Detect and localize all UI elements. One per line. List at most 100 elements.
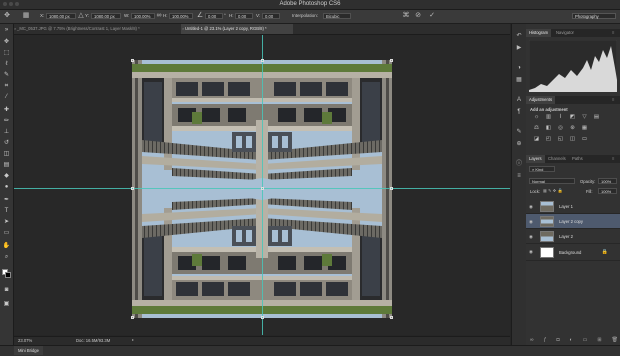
invert-icon[interactable]: ◪ bbox=[533, 136, 540, 143]
vertical-guide[interactable] bbox=[262, 35, 263, 335]
warp-icon[interactable]: ⌘ bbox=[402, 12, 410, 20]
lasso-tool-icon[interactable]: ℓ bbox=[2, 60, 11, 69]
curves-icon[interactable]: ⌇ bbox=[557, 114, 564, 121]
color-balance-icon[interactable]: ⚖ bbox=[533, 125, 540, 132]
panel-menu-icon[interactable]: ≡ bbox=[609, 96, 617, 104]
status-menu-arrow-icon[interactable]: ▸ bbox=[132, 337, 134, 342]
color-lookup-icon[interactable]: ▦ bbox=[581, 125, 588, 132]
eraser-tool-icon[interactable]: ◫ bbox=[2, 150, 11, 159]
history-brush-tool-icon[interactable]: ↺ bbox=[2, 139, 11, 148]
tab-layers[interactable]: Layers bbox=[526, 155, 545, 163]
delete-layer-icon[interactable]: 🗑 bbox=[612, 337, 618, 343]
blur-tool-icon[interactable]: ◆ bbox=[2, 172, 11, 181]
close-tab-icon[interactable]: × bbox=[14, 24, 16, 34]
gradient-map-icon[interactable]: ▭ bbox=[581, 136, 588, 143]
panel-menu-icon[interactable]: ≡ bbox=[609, 155, 617, 163]
quick-select-tool-icon[interactable]: ✎ bbox=[2, 71, 11, 80]
tab-paths[interactable]: Paths bbox=[569, 155, 586, 163]
history-panel-icon[interactable]: ↶ bbox=[515, 32, 523, 40]
lock-icons[interactable]: ▦ ✎ ✥ 🔒 bbox=[543, 188, 563, 194]
brightness-contrast-icon[interactable]: ☼ bbox=[533, 114, 540, 121]
quick-mask-icon[interactable]: ◙ bbox=[2, 286, 11, 295]
brush-tool-icon[interactable]: ✏ bbox=[2, 117, 11, 126]
layer-style-icon[interactable]: ƒ bbox=[544, 337, 547, 343]
background-color-swatch[interactable] bbox=[5, 272, 11, 278]
new-adjustment-icon[interactable]: ◐ bbox=[570, 337, 573, 343]
hand-tool-icon[interactable]: ✋ bbox=[2, 242, 11, 251]
tab-navigator[interactable]: Navigator bbox=[553, 29, 577, 37]
hue-saturation-icon[interactable]: ▤ bbox=[593, 114, 600, 121]
gradient-tool-icon[interactable]: ▤ bbox=[2, 161, 11, 170]
pen-tool-icon[interactable]: ✒ bbox=[2, 196, 11, 205]
blend-mode-select[interactable]: Normal bbox=[529, 178, 575, 184]
visibility-eye-icon[interactable]: ◉ bbox=[529, 219, 533, 225]
layer-row[interactable]: ◉ Layer 2 copy bbox=[526, 214, 620, 229]
h-skew-field[interactable]: 0.00 bbox=[235, 13, 253, 19]
color-panel-icon[interactable]: ◑ bbox=[515, 64, 523, 72]
vibrance-icon[interactable]: ▽ bbox=[581, 114, 588, 121]
zoom-tool-icon[interactable]: ⌕ bbox=[2, 253, 11, 262]
layer-row[interactable]: ◉ Layer 1 bbox=[526, 199, 620, 214]
v-skew-field[interactable]: 0.00 bbox=[262, 13, 280, 19]
properties-panel-icon[interactable]: ≡ bbox=[515, 172, 523, 180]
transform-handle-bottom[interactable] bbox=[261, 316, 264, 319]
mini-bridge-tab[interactable]: Mini Bridge bbox=[14, 346, 43, 355]
move-tool-icon[interactable]: ✥ bbox=[2, 38, 11, 47]
transform-handle-center[interactable] bbox=[261, 187, 264, 190]
tab-untitled-1[interactable]: × Untitled-1 @ 23.1% (Layer 2 copy, RGB/… bbox=[181, 24, 293, 34]
width-field[interactable]: 100.00% bbox=[131, 13, 155, 19]
tab-histogram[interactable]: Histogram bbox=[526, 29, 552, 37]
black-white-icon[interactable]: ◧ bbox=[545, 125, 552, 132]
close-tab-icon[interactable]: × bbox=[182, 24, 184, 34]
photo-filter-icon[interactable]: ◎ bbox=[557, 125, 564, 132]
tab-mc-0537[interactable]: × _MC_0537.JPG @ 7.75% (Brightness/Contr… bbox=[13, 24, 181, 34]
selective-color-icon[interactable]: ◫ bbox=[569, 136, 576, 143]
transform-handle-bottom-right[interactable] bbox=[390, 316, 393, 319]
layer-row[interactable]: ◉ Background 🔒 bbox=[526, 244, 620, 261]
type-tool-icon[interactable]: T bbox=[2, 207, 11, 216]
transform-handle-top-right[interactable] bbox=[390, 59, 393, 62]
actions-panel-icon[interactable]: ▶ bbox=[515, 44, 523, 52]
toolbox-collapse-icon[interactable]: » bbox=[2, 26, 11, 35]
tab-adjustments[interactable]: Adjustments bbox=[526, 96, 556, 104]
info-panel-icon[interactable]: ⓘ bbox=[515, 160, 523, 168]
link-icon[interactable]: ∞ bbox=[155, 12, 163, 20]
swatches-panel-icon[interactable]: ▦ bbox=[515, 76, 523, 84]
panel-menu-icon[interactable]: ≡ bbox=[609, 29, 617, 37]
opacity-field[interactable]: 100% bbox=[598, 178, 617, 184]
fill-field[interactable]: 100% bbox=[598, 188, 617, 194]
workspace-select[interactable]: Photography bbox=[572, 13, 616, 19]
interpolation-select[interactable]: Bicubic bbox=[323, 13, 351, 19]
visibility-eye-icon[interactable]: ◉ bbox=[529, 204, 533, 210]
exposure-icon[interactable]: ◩ bbox=[569, 114, 576, 121]
brush-panel-icon[interactable]: ✎ bbox=[515, 128, 523, 136]
path-select-tool-icon[interactable]: ➤ bbox=[2, 218, 11, 227]
tab-channels[interactable]: Channels bbox=[545, 155, 569, 163]
move-tool-preset-icon[interactable]: ✥ bbox=[3, 12, 11, 20]
clone-source-panel-icon[interactable]: ⊕ bbox=[515, 140, 523, 148]
angle-field[interactable]: 0.00 bbox=[205, 13, 223, 19]
link-layers-icon[interactable]: ∞ bbox=[530, 337, 534, 343]
height-field[interactable]: 100.00% bbox=[169, 13, 193, 19]
cancel-transform-icon[interactable]: ⊘ bbox=[414, 12, 422, 20]
eyedropper-tool-icon[interactable]: ⁄ bbox=[2, 93, 11, 102]
y-field[interactable]: 1080.00 px bbox=[91, 13, 121, 19]
relative-position-icon[interactable]: △ bbox=[77, 12, 85, 20]
visibility-eye-icon[interactable]: ◉ bbox=[529, 249, 533, 255]
marquee-tool-icon[interactable]: ⬚ bbox=[2, 49, 11, 58]
zoom-level[interactable]: 23.07% bbox=[18, 338, 32, 343]
threshold-icon[interactable]: ◱ bbox=[557, 136, 564, 143]
transform-handle-bottom-left[interactable] bbox=[131, 316, 134, 319]
levels-icon[interactable]: ▥ bbox=[545, 114, 552, 121]
visibility-eye-icon[interactable]: ◉ bbox=[529, 234, 533, 240]
new-group-icon[interactable]: ▭ bbox=[583, 337, 588, 343]
transform-handle-top[interactable] bbox=[261, 59, 264, 62]
transform-handle-right[interactable] bbox=[390, 187, 393, 190]
character-panel-icon[interactable]: A bbox=[515, 96, 523, 104]
add-mask-icon[interactable]: ◘ bbox=[556, 337, 559, 343]
rectangle-tool-icon[interactable]: ▭ bbox=[2, 229, 11, 238]
crop-tool-icon[interactable]: ⌗ bbox=[2, 82, 11, 91]
paragraph-panel-icon[interactable]: ¶ bbox=[515, 108, 523, 116]
reference-point-icon[interactable]: ▦ bbox=[22, 12, 30, 20]
dodge-tool-icon[interactable]: ● bbox=[2, 183, 11, 192]
